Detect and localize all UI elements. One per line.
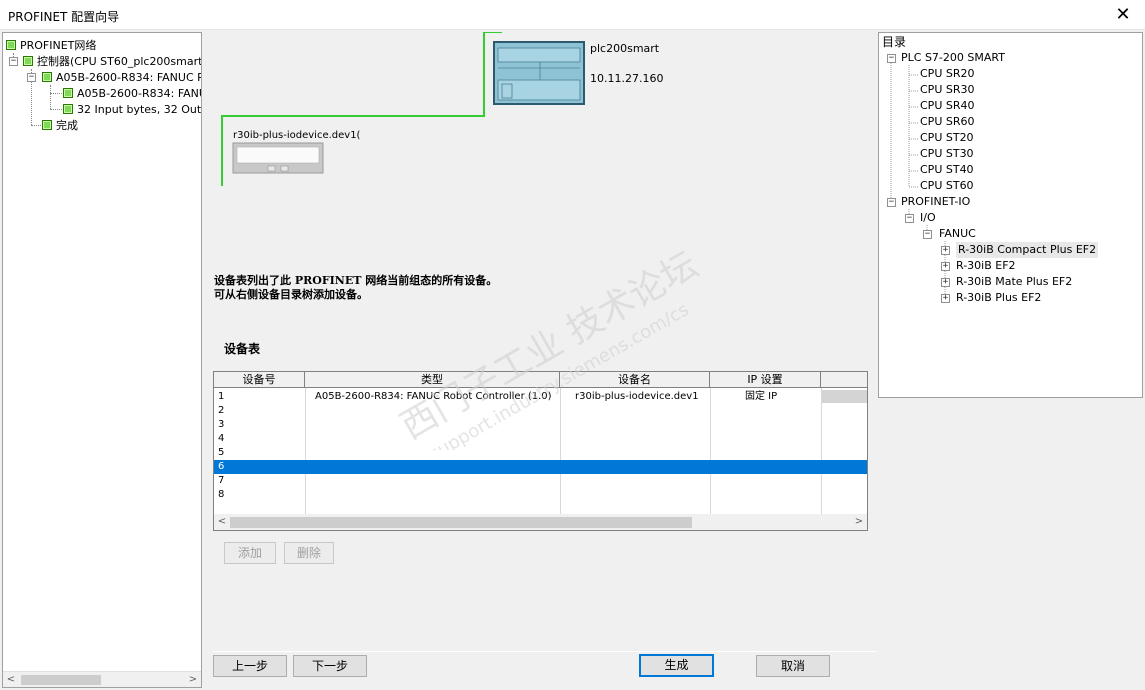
scroll-right-icon[interactable]: > xyxy=(185,672,201,687)
catalog-node-profinet-io[interactable]: PROFINET-IO xyxy=(901,194,970,210)
status-green-icon xyxy=(23,56,33,66)
controller-ip: 10.11.27.160 xyxy=(590,72,663,85)
status-green-icon xyxy=(42,120,52,130)
table-cell-ip[interactable]: 固定 IP xyxy=(745,390,777,404)
network-topology: plc200smart 10.11.27.160 r30ib-plus-iode… xyxy=(221,32,663,186)
nav-item-finish[interactable]: 完成 xyxy=(42,117,78,133)
catalog-node-cpu[interactable]: CPU SR20 xyxy=(920,66,974,82)
collapse-icon[interactable]: − xyxy=(887,54,896,63)
button-separator xyxy=(213,651,877,652)
device-table-description: 设备表列出了此 PROFINET 网络当前组态的所有设备。 可从右侧设备目录树添… xyxy=(214,274,498,301)
next-button[interactable]: 下一步 xyxy=(293,655,367,677)
status-green-icon xyxy=(6,40,16,50)
catalog-node-fanuc[interactable]: FANUC xyxy=(939,226,976,242)
nav-item-io-bytes[interactable]: 32 Input bytes, 32 Outpu xyxy=(63,101,201,117)
table-cell-name[interactable]: r30ib-plus-iodevice.dev1 xyxy=(575,390,699,404)
catalog-node-io[interactable]: I/O xyxy=(920,210,936,226)
status-green-icon xyxy=(63,88,73,98)
wizard-nav-tree: PROFINET网络 − 控制器(CPU ST60_plc200smart) −… xyxy=(2,32,202,688)
catalog-node-cpu[interactable]: CPU SR60 xyxy=(920,114,974,130)
status-green-icon xyxy=(63,104,73,114)
io-device-icon[interactable] xyxy=(232,142,324,174)
delete-button[interactable]: 删除 xyxy=(284,542,334,564)
column-header-ip-settings[interactable]: IP 设置 xyxy=(710,372,821,388)
add-button[interactable]: 添加 xyxy=(224,542,276,564)
table-cell-type[interactable]: A05B-2600-R834: FANUC Robot Controller (… xyxy=(315,390,552,404)
catalog-title: 目录 xyxy=(882,35,907,49)
window-title: PROFINET 配置向导 xyxy=(8,10,120,24)
device-catalog-tree: 目录 − PLC S7-200 SMART CPU SR20 CPU SR30 CP… xyxy=(878,32,1143,398)
expand-icon[interactable]: + xyxy=(941,262,950,271)
collapse-icon[interactable]: − xyxy=(923,230,932,239)
scroll-left-icon[interactable]: < xyxy=(3,672,19,687)
scrollbar-thumb[interactable] xyxy=(230,517,692,528)
catalog-node-cpu[interactable]: CPU ST40 xyxy=(920,162,974,178)
table-cell-num[interactable]: 6 xyxy=(218,460,224,474)
tree-connector xyxy=(31,125,41,126)
cancel-button[interactable]: 取消 xyxy=(756,655,830,677)
tree-connector xyxy=(50,85,51,109)
nav-horizontal-scrollbar[interactable]: < > xyxy=(3,671,201,687)
tree-connector xyxy=(50,109,62,110)
table-cell-num[interactable]: 2 xyxy=(218,404,224,418)
column-divider xyxy=(560,388,561,514)
catalog-node-cpu[interactable]: CPU ST60 xyxy=(920,178,974,194)
plc-device-icon[interactable] xyxy=(493,41,585,105)
expand-icon[interactable]: + xyxy=(941,278,950,287)
column-header-extra[interactable] xyxy=(821,372,867,388)
collapse-icon[interactable]: − xyxy=(27,73,36,82)
catalog-node-robot[interactable]: R-30iB Compact Plus EF2 xyxy=(956,242,1099,258)
ip-cell-dropdown-area[interactable] xyxy=(822,390,867,403)
column-divider xyxy=(821,388,822,514)
expand-icon[interactable]: + xyxy=(941,294,950,303)
table-cell-num[interactable]: 3 xyxy=(218,418,224,432)
device-table[interactable]: 设备号 类型 设备名 IP 设置 1 A05B-2600-R834: FANUC … xyxy=(213,371,868,531)
scroll-right-icon[interactable]: > xyxy=(851,514,867,530)
nav-item-device-module[interactable]: A05B-2600-R834: FANUC xyxy=(63,85,201,101)
catalog-tree-lines xyxy=(890,63,946,299)
column-divider xyxy=(305,388,306,514)
collapse-icon[interactable]: − xyxy=(905,214,914,223)
device-table-title: 设备表 xyxy=(224,342,261,356)
title-bar: PROFINET 配置向导 ✕ xyxy=(0,0,1145,30)
selected-row-highlight xyxy=(214,460,867,474)
table-cell-num[interactable]: 8 xyxy=(218,488,224,502)
collapse-icon[interactable]: − xyxy=(9,57,18,66)
controller-name: plc200smart xyxy=(590,42,660,55)
column-header-device-number[interactable]: 设备号 xyxy=(214,372,305,388)
table-cell-num[interactable]: 1 xyxy=(218,390,224,404)
catalog-node-cpu[interactable]: CPU ST20 xyxy=(920,130,974,146)
catalog-node-robot[interactable]: R-30iB Plus EF2 xyxy=(956,290,1041,306)
prev-button[interactable]: 上一步 xyxy=(213,655,287,677)
column-divider xyxy=(710,388,711,514)
nav-item-device[interactable]: A05B-2600-R834: FANUC Rc xyxy=(42,69,201,85)
generate-button[interactable]: 生成 xyxy=(639,654,714,677)
catalog-node-robot[interactable]: R-30iB Mate Plus EF2 xyxy=(956,274,1072,290)
table-horizontal-scrollbar[interactable]: < > xyxy=(214,514,867,530)
table-cell-num[interactable]: 7 xyxy=(218,474,224,488)
scroll-left-icon[interactable]: < xyxy=(214,514,230,530)
catalog-node-cpu[interactable]: CPU ST30 xyxy=(920,146,974,162)
close-button[interactable]: ✕ xyxy=(1101,0,1145,30)
table-cell-num[interactable]: 5 xyxy=(218,446,224,460)
wizard-content: plc200smart 10.11.27.160 r30ib-plus-iode… xyxy=(204,32,877,688)
tree-connector xyxy=(50,93,62,94)
catalog-node-cpu[interactable]: CPU SR40 xyxy=(920,98,974,114)
status-green-icon xyxy=(42,72,52,82)
table-cell-num[interactable]: 4 xyxy=(218,432,224,446)
io-device-name: r30ib-plus-iodevice.dev1( xyxy=(233,130,361,141)
catalog-node-robot[interactable]: R-30iB EF2 xyxy=(956,258,1016,274)
catalog-node-cpu[interactable]: CPU SR30 xyxy=(920,82,974,98)
column-header-device-name[interactable]: 设备名 xyxy=(560,372,710,388)
nav-item-controller[interactable]: 控制器(CPU ST60_plc200smart) xyxy=(23,53,201,69)
expand-icon[interactable]: + xyxy=(941,246,950,255)
scrollbar-thumb[interactable] xyxy=(21,675,101,685)
column-header-type[interactable]: 类型 xyxy=(305,372,560,388)
nav-item-profinet-network[interactable]: PROFINET网络 xyxy=(6,37,96,53)
catalog-node-plc-group[interactable]: PLC S7-200 SMART xyxy=(901,50,1005,66)
collapse-icon[interactable]: − xyxy=(887,198,896,207)
